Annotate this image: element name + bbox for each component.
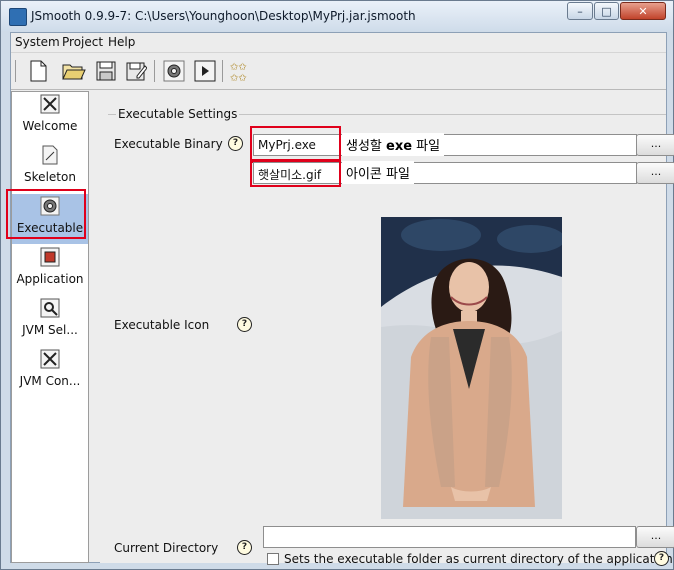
app-window: JSmooth 0.9.9-7: C:\Users\Younghoon\Desk… — [0, 0, 674, 570]
executable-highlight-box — [6, 189, 86, 239]
application-icon — [40, 247, 60, 267]
help-icon[interactable]: ? — [228, 136, 243, 151]
help-icon[interactable]: ? — [237, 317, 252, 332]
current-directory-label: Current Directory — [114, 541, 219, 555]
sidebar-item-jvm-selection[interactable]: JVM Sel... — [12, 296, 88, 346]
binary-annotation: 생성할 exe 파일 — [342, 133, 445, 156]
minimize-button[interactable]: – — [567, 2, 593, 20]
sidebar-item-welcome[interactable]: Welcome — [12, 92, 88, 142]
jvm-config-icon — [40, 349, 60, 369]
svg-text:✩✩: ✩✩ — [230, 62, 247, 73]
sidebar-item-label: JVM Sel... — [22, 323, 78, 337]
new-file-icon[interactable] — [25, 58, 51, 84]
sidebar-item-label: Welcome — [22, 119, 78, 133]
executable-settings-panel: Executable Settings Executable Binary ? … — [100, 91, 674, 566]
svg-text:✩✩: ✩✩ — [230, 73, 247, 82]
menu-help[interactable]: Help — [108, 35, 135, 49]
menu-project[interactable]: Project — [62, 35, 103, 49]
executable-binary-label: Executable Binary — [114, 137, 223, 151]
binary-highlight-box — [250, 126, 341, 163]
browse-icon-button[interactable]: ... — [636, 162, 674, 184]
maximize-button[interactable]: □ — [594, 2, 619, 20]
menu-system[interactable]: System — [15, 35, 60, 49]
title-bar[interactable]: JSmooth 0.9.9-7: C:\Users\Younghoon\Desk… — [1, 1, 673, 31]
toolbar: ✩✩ ✩✩ — [11, 53, 666, 90]
current-directory-checkbox-label: Sets the executable folder as current di… — [284, 552, 674, 566]
toolbar-separator — [154, 60, 155, 82]
window-title: JSmooth 0.9.9-7: C:\Users\Younghoon\Desk… — [31, 9, 416, 23]
gear-icon[interactable] — [161, 58, 187, 84]
menu-bar: System Project Help — [11, 33, 666, 53]
sidebar: Welcome Skeleton Executable Application … — [11, 91, 89, 563]
save-as-icon[interactable] — [123, 58, 149, 84]
help-icon[interactable]: ? — [237, 540, 252, 555]
current-directory-input[interactable] — [263, 526, 636, 548]
toolbar-separator — [222, 60, 223, 82]
client-area: System Project Help ✩✩ ✩✩ Welcome Skelet… — [10, 32, 674, 566]
jvm-search-icon — [40, 298, 60, 318]
sidebar-item-label: JVM Con... — [19, 374, 81, 388]
welcome-icon — [40, 94, 60, 114]
close-button[interactable]: ✕ — [620, 2, 666, 20]
sidebar-item-jvm-configuration[interactable]: JVM Con... — [12, 347, 88, 397]
sidebar-item-application[interactable]: Application — [12, 245, 88, 295]
current-directory-checkbox[interactable] — [267, 553, 279, 565]
icon-highlight-box — [250, 159, 341, 187]
executable-icon-label: Executable Icon — [114, 318, 210, 332]
sidebar-item-label: Application — [16, 272, 84, 286]
sidebar-item-skeleton[interactable]: Skeleton — [12, 143, 88, 193]
toolbar-grip — [15, 60, 16, 82]
skeleton-icon — [42, 145, 58, 165]
icon-file-annotation: 아이콘 파일 — [342, 161, 414, 184]
help-icon[interactable]: ? — [654, 551, 669, 566]
save-icon[interactable] — [93, 58, 119, 84]
stars-icon[interactable]: ✩✩ ✩✩ — [228, 58, 254, 84]
run-icon[interactable] — [192, 58, 218, 84]
executable-icon-preview — [381, 217, 562, 519]
browse-directory-button[interactable]: ... — [636, 526, 674, 548]
sidebar-item-label: Skeleton — [24, 170, 76, 184]
open-folder-icon[interactable] — [61, 58, 87, 84]
group-title: Executable Settings — [116, 107, 240, 121]
app-icon — [9, 8, 27, 26]
browse-binary-button[interactable]: ... — [636, 134, 674, 156]
